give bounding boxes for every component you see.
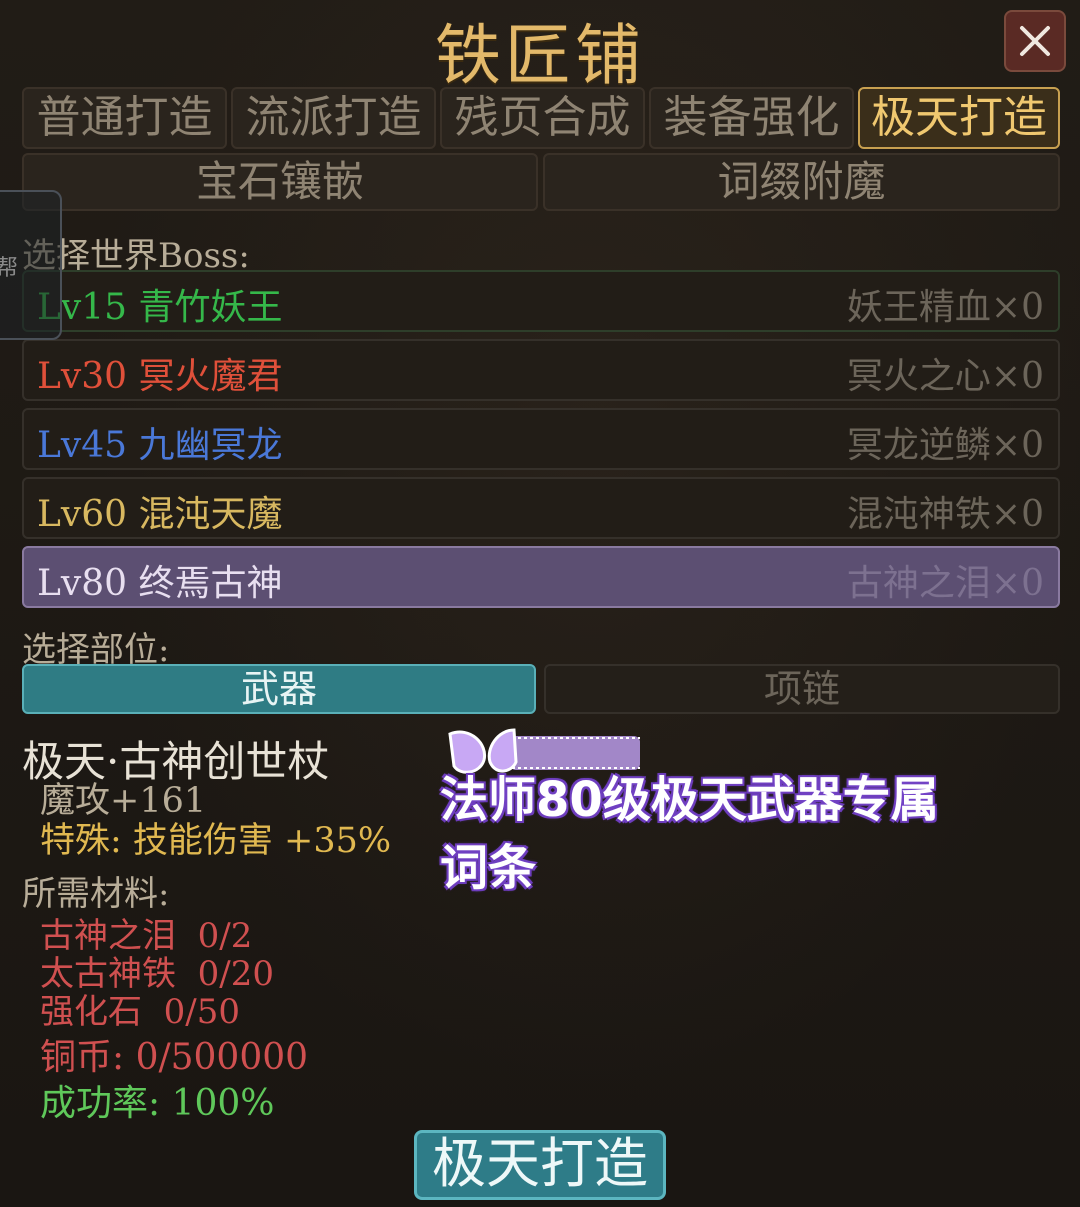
main-tabs: 普通打造 流派打造 残页合成 装备强化 极天打造 bbox=[22, 87, 1060, 149]
boss-name: Lv60 混沌天魔 bbox=[37, 494, 283, 535]
tab-gem-inlay[interactable]: 宝石镶嵌 bbox=[22, 153, 538, 211]
boss-name: Lv30 冥火魔君 bbox=[37, 356, 283, 397]
tab-school-forge[interactable]: 流派打造 bbox=[231, 87, 436, 149]
page-title: 铁匠铺 bbox=[435, 17, 645, 94]
boss-material-count: 古神之泪×0 bbox=[846, 563, 1044, 604]
side-handle-label: 帮 bbox=[0, 256, 19, 281]
close-button[interactable] bbox=[1004, 10, 1066, 72]
sub-tabs: 宝石镶嵌 词缀附魔 bbox=[22, 153, 1060, 211]
side-drawer-handle[interactable]: 帮 bbox=[0, 190, 62, 340]
part-weapon-button[interactable]: 武器 bbox=[22, 664, 536, 714]
success-rate: 成功率: 100% bbox=[40, 1083, 275, 1124]
boss-name: Lv80 终焉古神 bbox=[37, 563, 283, 604]
boss-row-lv60[interactable]: Lv60 混沌天魔 混沌神铁×0 bbox=[22, 477, 1060, 539]
tab-normal-forge[interactable]: 普通打造 bbox=[22, 87, 227, 149]
close-icon bbox=[1020, 26, 1050, 56]
tab-fragment-synthesis[interactable]: 残页合成 bbox=[440, 87, 645, 149]
boss-name: Lv45 九幽冥龙 bbox=[37, 425, 283, 466]
overlay-caption-line: 词条 bbox=[440, 840, 537, 896]
coin-requirement: 铜币: 0/500000 bbox=[40, 1037, 309, 1078]
boss-name: Lv15 青竹妖王 bbox=[37, 287, 283, 328]
boss-material-count: 冥火之心×0 bbox=[846, 356, 1044, 397]
jitian-forge-button[interactable]: 极天打造 bbox=[414, 1130, 666, 1200]
material-item: 强化石 0/50 bbox=[40, 984, 240, 1033]
boss-row-lv80[interactable]: Lv80 终焉古神 古神之泪×0 bbox=[22, 546, 1060, 608]
boss-row-lv45[interactable]: Lv45 九幽冥龙 冥龙逆鳞×0 bbox=[22, 408, 1060, 470]
boss-material-count: 妖王精血×0 bbox=[846, 287, 1044, 328]
item-special-stat: 特殊: 技能伤害 +35% bbox=[40, 821, 392, 861]
part-necklace-button[interactable]: 项链 bbox=[544, 664, 1060, 714]
tab-jitian-forge[interactable]: 极天打造 bbox=[858, 87, 1060, 149]
material-name: 强化石 bbox=[40, 992, 142, 1032]
boss-row-lv15[interactable]: Lv15 青竹妖王 妖王精血×0 bbox=[22, 270, 1060, 332]
overlay-caption: 法师80级极天武器专属 词条 bbox=[440, 766, 1000, 902]
boss-row-lv30[interactable]: Lv30 冥火魔君 冥火之心×0 bbox=[22, 339, 1060, 401]
blacksmith-panel: 铁匠铺 普通打造 流派打造 残页合成 装备强化 极天打造 宝石镶嵌 词缀附魔 选… bbox=[0, 0, 1080, 1207]
overlay-caption-line: 法师80级极天武器专属 bbox=[440, 772, 939, 828]
tab-affix-enchant[interactable]: 词缀附魔 bbox=[543, 153, 1060, 211]
material-amount: 0/50 bbox=[163, 992, 240, 1032]
tab-equipment-enhance[interactable]: 装备强化 bbox=[649, 87, 854, 149]
boss-material-count: 混沌神铁×0 bbox=[846, 494, 1044, 535]
boss-material-count: 冥龙逆鳞×0 bbox=[846, 425, 1044, 466]
